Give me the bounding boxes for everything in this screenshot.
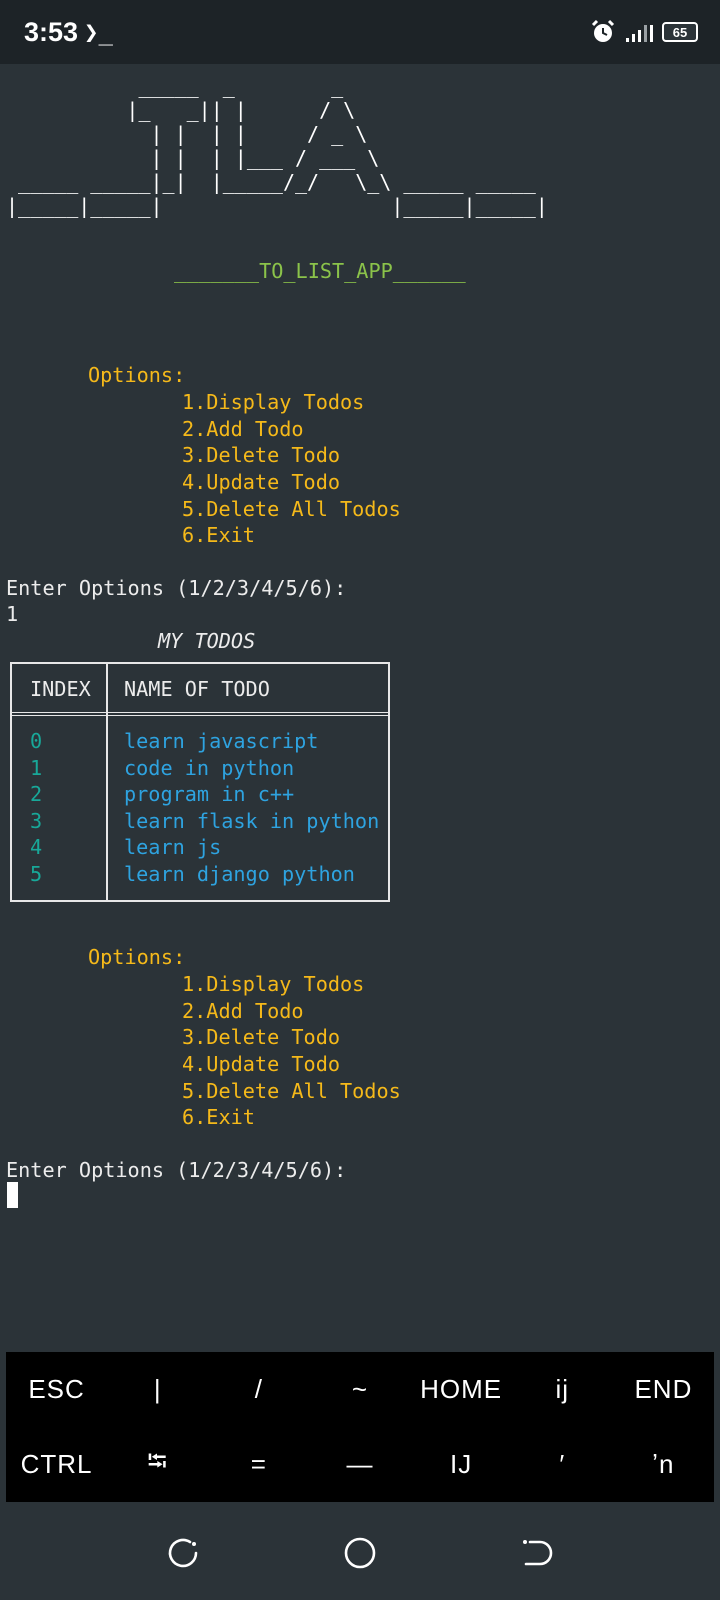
key-ctrl[interactable]: CTRL bbox=[6, 1427, 107, 1502]
row-index: 5 bbox=[30, 861, 43, 886]
table-header: INDEX NAME OF TODO bbox=[12, 664, 388, 716]
menu-item-delete-all-2: 5.Delete All Todos bbox=[182, 1079, 401, 1103]
menu-item-exit-2: 6.Exit bbox=[182, 1105, 255, 1129]
menu-item-add-2: 2.Add Todo bbox=[182, 999, 304, 1023]
extra-keys-bar: ESC | / ~ HOME ij END CTRL ⭾ = — IJ ′ ʼn bbox=[6, 1352, 714, 1502]
row-name: learn javascript bbox=[124, 729, 319, 753]
battery-icon: 65 bbox=[662, 22, 698, 42]
row-index: 0 bbox=[30, 729, 43, 753]
row-index: 1 bbox=[30, 755, 43, 780]
table-row: 5 learn django python bbox=[12, 861, 388, 888]
ascii-logo: _____ _ _ |_ _|| | / \ | | | | / _ \ | |… bbox=[6, 74, 548, 218]
row-name: learn js bbox=[124, 835, 222, 860]
menu-item-delete-all: 5.Delete All Todos bbox=[182, 497, 401, 521]
options-prompt-2: Enter Options (1/2/3/4/5/6): bbox=[6, 1158, 347, 1182]
key-dash[interactable]: — bbox=[309, 1427, 410, 1502]
menu-item-update: 4.Update Todo bbox=[182, 470, 341, 494]
key-tilde[interactable]: ~ bbox=[309, 1352, 410, 1427]
key-prime[interactable]: ′ bbox=[512, 1427, 613, 1502]
terminal-output[interactable]: _____ _ _ |_ _|| | / \ | | | | / _ \ | |… bbox=[6, 70, 716, 1350]
terminal-prompt-icon: ❯_ bbox=[84, 18, 113, 46]
menu-item-display-2: 1.Display Todos bbox=[182, 972, 365, 996]
key-ij[interactable]: ij bbox=[512, 1352, 613, 1427]
navigation-bar bbox=[0, 1502, 720, 1600]
menu-item-update-2: 4.Update Todo bbox=[182, 1052, 341, 1076]
status-bar: 3:53 ❯_ 65 bbox=[0, 0, 720, 64]
key-n-apostrophe[interactable]: ʼn bbox=[613, 1427, 714, 1502]
row-name: learn flask in python bbox=[124, 808, 380, 833]
key-equals[interactable]: = bbox=[208, 1427, 309, 1502]
menu-item-delete-2: 3.Delete Todo bbox=[182, 1025, 341, 1049]
back-icon[interactable] bbox=[520, 1536, 554, 1570]
table-row: 1 code in python bbox=[12, 755, 388, 782]
key-slash[interactable]: / bbox=[208, 1352, 309, 1427]
header-index: INDEX bbox=[30, 677, 91, 701]
key-pipe[interactable]: | bbox=[107, 1352, 208, 1427]
menu-item-delete: 3.Delete Todo bbox=[182, 443, 341, 467]
row-name: program in c++ bbox=[124, 782, 295, 807]
table-row: 2 program in c++ bbox=[12, 781, 388, 808]
row-name: code in python bbox=[124, 755, 295, 780]
battery-level: 65 bbox=[672, 24, 688, 40]
key-home[interactable]: HOME bbox=[411, 1352, 512, 1427]
app-subtitle: _______TO_LIST_APP______ bbox=[174, 259, 466, 283]
signal-icon bbox=[626, 25, 653, 42]
table-row: 3 learn flask in python bbox=[12, 808, 388, 835]
row-index: 4 bbox=[30, 835, 43, 860]
user-input-1: 1 bbox=[6, 602, 19, 626]
recent-apps-icon[interactable] bbox=[166, 1536, 200, 1570]
todos-title: MY TODOS bbox=[158, 629, 256, 653]
key-end[interactable]: END bbox=[613, 1352, 714, 1427]
table-row: 4 learn js bbox=[12, 834, 388, 861]
key-IJ[interactable]: IJ bbox=[411, 1427, 512, 1502]
header-name: NAME OF TODO bbox=[124, 677, 270, 701]
status-icons: 65 bbox=[590, 18, 698, 46]
row-name: learn django python bbox=[124, 861, 355, 886]
key-tab[interactable]: ⭾ bbox=[107, 1427, 208, 1502]
row-index: 3 bbox=[30, 808, 43, 833]
status-time: 3:53 bbox=[24, 17, 79, 47]
menu-item-add: 2.Add Todo bbox=[182, 417, 304, 441]
options-prompt: Enter Options (1/2/3/4/5/6): bbox=[6, 576, 347, 600]
todos-table: INDEX NAME OF TODO 0 learn javascript 1 … bbox=[10, 662, 390, 902]
table-body: 0 learn javascript 1 code in python 2 pr… bbox=[12, 728, 388, 888]
row-index: 2 bbox=[30, 782, 43, 807]
menu-item-display: 1.Display Todos bbox=[182, 390, 365, 414]
text-cursor[interactable] bbox=[7, 1182, 18, 1208]
alarm-icon bbox=[591, 19, 615, 42]
key-esc[interactable]: ESC bbox=[6, 1352, 107, 1427]
options-heading-2: Options: bbox=[88, 945, 186, 969]
options-heading: Options: bbox=[88, 363, 186, 387]
table-row: 0 learn javascript bbox=[12, 728, 388, 755]
home-icon[interactable] bbox=[343, 1536, 377, 1570]
menu-item-exit: 6.Exit bbox=[182, 523, 255, 547]
